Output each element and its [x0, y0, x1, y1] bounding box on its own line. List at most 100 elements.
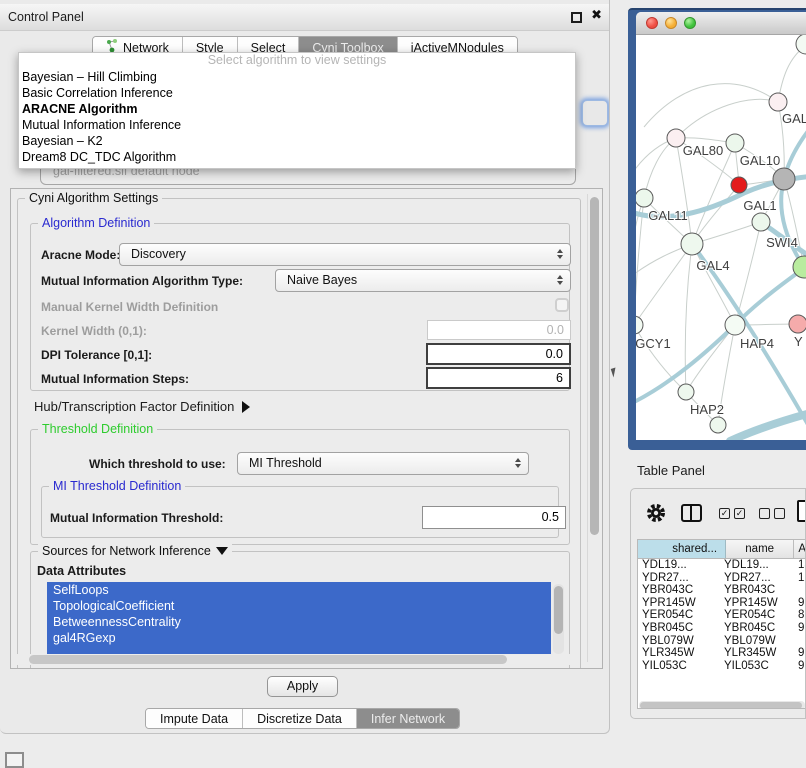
table-cell	[798, 635, 806, 648]
column-header-name[interactable]: name	[726, 540, 794, 558]
mi-steps-field[interactable]: 6	[426, 367, 571, 389]
settings-horizontal-scrollbar[interactable]	[17, 654, 579, 665]
manual-kernel-checkbox[interactable]	[555, 298, 569, 312]
mi-algorithm-type-combo[interactable]: Naive Bayes	[275, 269, 571, 292]
network-node[interactable]	[726, 134, 744, 152]
spinner-arrows-icon	[515, 458, 521, 468]
tab-infer-network[interactable]: Infer Network	[356, 709, 459, 728]
network-node[interactable]	[725, 315, 745, 335]
table-cell: YBR045C	[724, 622, 798, 635]
network-node[interactable]	[796, 35, 806, 54]
hub-tf-definition-toggle[interactable]: Hub/Transcription Factor Definition	[34, 399, 250, 414]
node-label: GAL10	[740, 153, 780, 168]
data-attributes-label: Data Attributes	[37, 564, 126, 578]
attribute-list-item[interactable]: gal4RGexp	[47, 630, 551, 646]
algorithm-option[interactable]: Bayesian – K2	[19, 133, 575, 149]
dpi-tolerance-field[interactable]: 0.0	[426, 343, 571, 365]
window-zoom-icon[interactable]	[684, 17, 696, 29]
network-node[interactable]	[636, 189, 653, 207]
table-rows: YDL19...YDL19...13YDR27...YDR27...12YBR0…	[638, 559, 806, 677]
network-node[interactable]	[710, 417, 726, 433]
group-title: MI Threshold Definition	[49, 479, 185, 493]
network-node[interactable]	[789, 315, 806, 333]
table-row[interactable]: YDR27...YDR27...12	[638, 572, 806, 585]
table-row[interactable]: YDL19...YDL19...13	[638, 559, 806, 572]
table-cell: YDR27...	[724, 572, 798, 585]
network-node[interactable]	[769, 93, 787, 111]
table-row[interactable]: YPR145WYPR145W9.	[638, 597, 806, 610]
column-header-shared-name[interactable]: shared...	[638, 540, 726, 558]
network-node[interactable]	[731, 177, 747, 193]
network-node[interactable]	[773, 168, 795, 190]
settings-vertical-scrollbar[interactable]	[587, 194, 600, 662]
node-label: GAL80	[683, 143, 723, 158]
table-row[interactable]: YLR345WYLR345W9.	[638, 647, 806, 660]
grid-widget-icon[interactable]	[5, 752, 24, 768]
table-row[interactable]: YBR043CYBR043C	[638, 584, 806, 597]
network-window-titlebar[interactable]	[636, 12, 806, 35]
deselect-all-checks-icon[interactable]	[759, 508, 785, 519]
data-attributes-list[interactable]: SelfLoopsTopologicalCoefficientBetweenne…	[47, 582, 551, 658]
table-cell: 9.	[798, 622, 806, 635]
gear-icon[interactable]	[645, 502, 667, 529]
float-window-icon[interactable]	[571, 12, 582, 23]
table-row[interactable]: YBL079WYBL079W	[638, 635, 806, 648]
table-cell: YBL079W	[724, 635, 798, 648]
algorithm-option[interactable]: Bayesian – Hill Climbing	[19, 69, 575, 85]
network-node[interactable]	[636, 316, 643, 334]
table-horizontal-scrollbar[interactable]	[639, 701, 805, 709]
mi-threshold-definition-group: MI Threshold Definition Mutual Informati…	[41, 486, 559, 538]
which-threshold-combo[interactable]: MI Threshold	[237, 452, 529, 475]
columns-icon[interactable]	[681, 504, 702, 522]
attributes-list-scrollbar[interactable]	[553, 584, 564, 654]
column-header-partial[interactable]: A	[794, 540, 806, 558]
close-icon[interactable]: ✖	[591, 7, 602, 23]
group-title: Cyni Algorithm Settings	[25, 191, 162, 205]
attribute-list-item[interactable]: SelfLoops	[47, 582, 551, 598]
network-node[interactable]	[678, 384, 694, 400]
algorithm-option[interactable]: Basic Correlation Inference	[19, 85, 575, 101]
sources-group-title[interactable]: Sources for Network Inference	[38, 544, 232, 558]
table-row[interactable]: YIL053CYIL053C9	[638, 660, 806, 673]
table-cell: YDL19...	[724, 559, 798, 572]
table-cell: YIL053C	[638, 660, 724, 673]
network-node[interactable]	[681, 233, 703, 255]
algorithm-option[interactable]: ARACNE Algorithm	[19, 101, 575, 117]
tab-impute-data[interactable]: Impute Data	[146, 709, 242, 728]
bottom-tabbar: Impute Data Discretize Data Infer Networ…	[145, 708, 460, 729]
control-panel-title: Control Panel	[8, 10, 84, 24]
network-canvas[interactable]: GALGAL80GAL10GAL1GAL11SWI4GAL4GCY1HAP4YH…	[636, 35, 806, 440]
table-cell: YBR045C	[638, 622, 724, 635]
window-minimize-icon[interactable]	[665, 17, 677, 29]
which-threshold-label: Which threshold to use:	[89, 457, 226, 471]
table-row[interactable]: YER054CYER054C8.	[638, 609, 806, 622]
file-icon[interactable]	[797, 500, 806, 522]
table-cell: YBR043C	[638, 584, 724, 597]
algorithm-definition-group: Algorithm Definition Aracne Mode: Discov…	[30, 223, 570, 391]
table-cell: 9	[798, 660, 806, 673]
kernel-width-label: Kernel Width (0,1):	[41, 324, 147, 338]
table-cell: YLR345W	[638, 647, 724, 660]
manual-kernel-label: Manual Kernel Width Definition	[41, 300, 218, 314]
mi-threshold-field[interactable]: 0.5	[422, 506, 566, 529]
attribute-list-item[interactable]: TopologicalCoefficient	[47, 598, 551, 614]
which-threshold-value: MI Threshold	[249, 456, 322, 470]
network-node[interactable]	[752, 213, 770, 231]
window-close-icon[interactable]	[646, 17, 658, 29]
apply-button[interactable]: Apply	[267, 676, 338, 697]
algorithm-option[interactable]: Dream8 DC_TDC Algorithm	[19, 149, 575, 165]
kernel-width-field[interactable]: 0.0	[427, 320, 571, 340]
table-cell: YLR345W	[724, 647, 798, 660]
algorithm-option[interactable]: Mutual Information Inference	[19, 117, 575, 133]
dpi-tolerance-label: DPI Tolerance [0,1]:	[41, 348, 152, 362]
table-row[interactable]: YBR045CYBR045C9.	[638, 622, 806, 635]
algorithm-dropdown-popup: Select algorithm to view settings Bayesi…	[18, 52, 576, 169]
node-label: HAP2	[690, 402, 724, 417]
aracne-mode-combo[interactable]: Discovery	[119, 243, 571, 266]
algorithm-dropdown-list: Bayesian – Hill ClimbingBasic Correlatio…	[19, 69, 575, 165]
focused-combo-fragment[interactable]	[582, 100, 608, 126]
attribute-list-item[interactable]: BetweennessCentrality	[47, 614, 551, 630]
tab-discretize-data[interactable]: Discretize Data	[242, 709, 356, 728]
select-all-checks-icon[interactable]: ✓✓	[719, 508, 745, 519]
chevron-right-icon	[242, 401, 250, 413]
